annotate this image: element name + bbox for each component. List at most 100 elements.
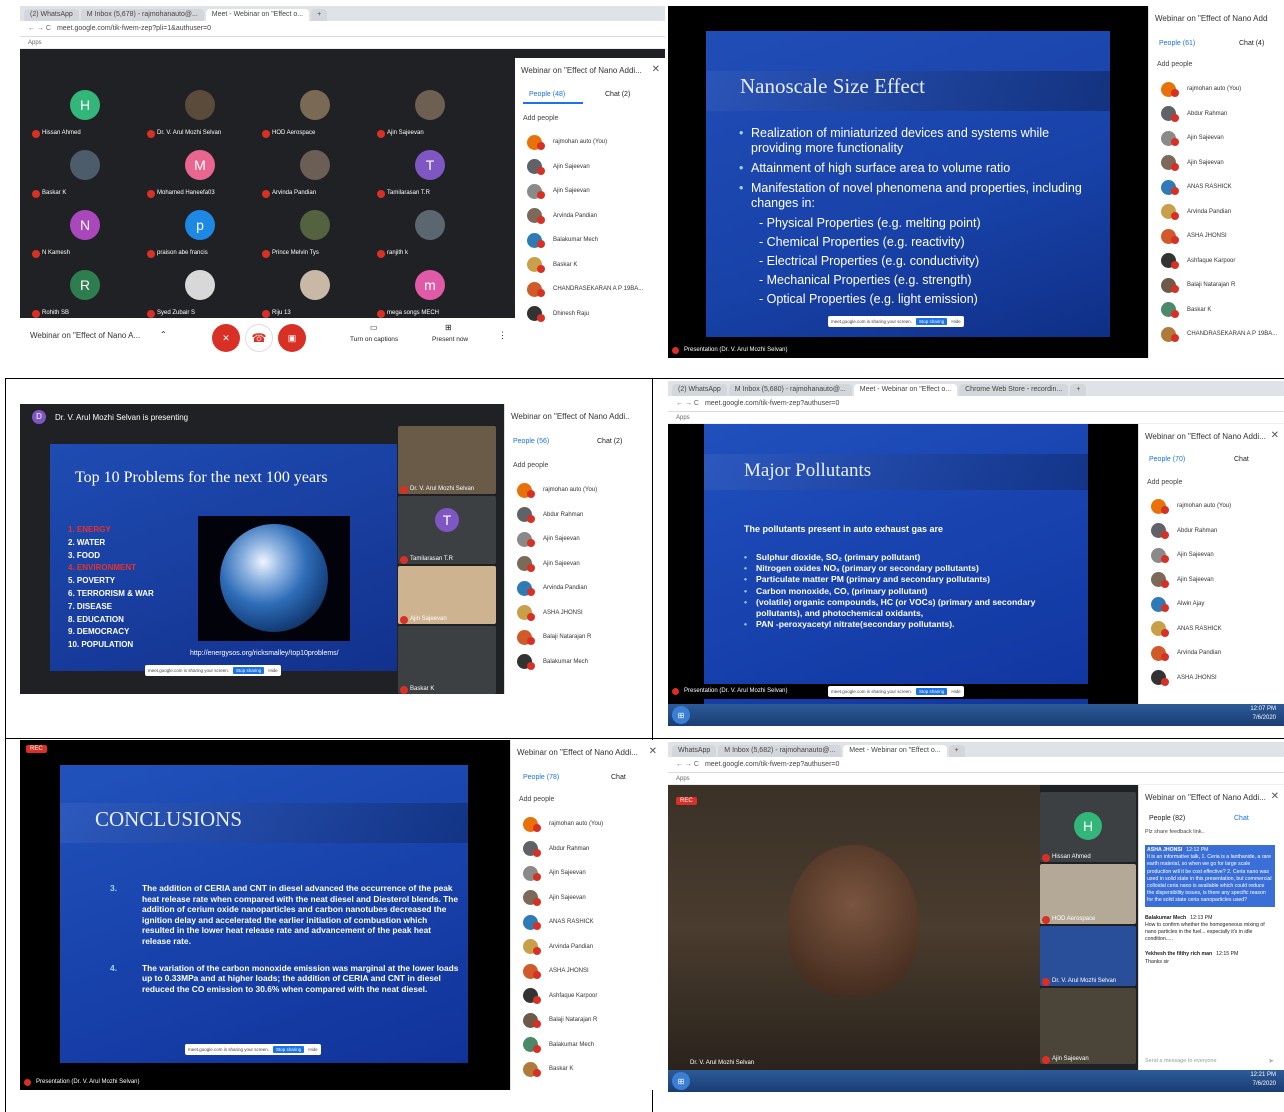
address-bar[interactable]: ← → C meet.google.com/tik-fwem-zep?authus… <box>668 396 1284 412</box>
browser-tab[interactable]: Meet - Webinar on "Effect o... <box>205 9 310 21</box>
present-now-button[interactable]: Present now <box>432 336 468 343</box>
participant-tile[interactable]: Ajin Sajeevan <box>398 566 496 624</box>
participant-row[interactable]: Baskar K <box>1149 298 1284 323</box>
hide-button[interactable]: Hide <box>951 319 960 324</box>
participant-row[interactable]: CHANDRASEKARAN A P 19BA... <box>515 277 665 302</box>
participant-row[interactable]: CHANDRASEKARAN A P 19BA... <box>1149 322 1284 347</box>
participant-row[interactable]: Ajin Sajeevan <box>1149 126 1284 151</box>
participant-tile[interactable]: Baskar K <box>398 626 496 694</box>
tab-people[interactable]: People (61) <box>1159 40 1195 47</box>
close-icon[interactable]: ✕ <box>649 746 657 757</box>
participant-tile[interactable]: R Rohith SB <box>30 262 140 318</box>
participant-tile[interactable]: H Hissan Ahmed <box>30 82 140 138</box>
start-button[interactable]: ⊞ <box>672 706 690 724</box>
participant-row[interactable]: ASHA JHONSI <box>1149 224 1284 249</box>
participant-tile[interactable]: Dr. V. Arul Mozhi Selvan <box>398 426 496 494</box>
participant-row[interactable]: Ajin Sajeevan <box>505 527 645 552</box>
participant-row[interactable]: Baskar K <box>515 253 665 278</box>
participant-tile[interactable]: Ajin Sajeevan <box>1040 988 1136 1064</box>
browser-tab[interactable]: M Inbox (5,680) - rajmohanauto@... <box>728 384 852 396</box>
taskbar-clock[interactable]: 12:07 PM <box>1250 706 1276 712</box>
participant-row[interactable]: rajmohan auto (You) <box>1139 494 1284 519</box>
new-tab-button[interactable]: + <box>1070 384 1087 396</box>
participant-row[interactable]: Ajin Sajeevan <box>1139 543 1284 568</box>
participant-row[interactable]: Arvinda Pandian <box>515 204 665 229</box>
participant-row[interactable]: Balakumar Mech <box>511 1033 662 1058</box>
participant-row[interactable]: Balakumar Mech <box>505 650 645 675</box>
participant-row[interactable]: Arvinda Pandian <box>505 576 645 601</box>
tab-chat[interactable]: Chat (2) <box>605 91 630 98</box>
participant-row[interactable]: Abdur Rahman <box>1139 519 1284 544</box>
add-people-button[interactable]: Add people <box>1147 479 1182 486</box>
participant-row[interactable]: Ashfaque Karpoor <box>511 984 662 1009</box>
participant-tile[interactable]: m mega songs MECH <box>375 262 485 318</box>
participant-tile[interactable]: ranjith k <box>375 202 485 258</box>
nav-arrows-icon[interactable]: ← → C <box>28 25 51 32</box>
chevron-up-icon[interactable]: ⌃ <box>160 330 167 339</box>
participant-row[interactable]: Ajin Sajeevan <box>515 179 665 204</box>
participant-row[interactable]: Ajin Sajeevan <box>511 886 662 911</box>
captions-button[interactable]: Turn on captions <box>350 336 398 343</box>
participant-row[interactable]: rajmohan auto (You) <box>511 812 662 837</box>
participant-row[interactable]: Abdur Rahman <box>511 837 662 862</box>
participant-row[interactable]: Ajin Sajeevan <box>511 861 662 886</box>
participant-row[interactable]: ANAS RASHICK <box>1149 175 1284 200</box>
participant-row[interactable]: Alwin Ajay <box>1139 592 1284 617</box>
participant-row[interactable]: rajmohan auto (You) <box>505 478 645 503</box>
add-people-button[interactable]: Add people <box>523 115 558 122</box>
captions-icon[interactable]: ▭ <box>370 323 378 332</box>
participant-row[interactable]: Balaji Natarajan R <box>505 625 645 650</box>
stop-sharing-button[interactable]: Stop sharing <box>916 688 948 695</box>
participant-row[interactable]: ASHA JHONSI <box>1139 666 1284 691</box>
browser-tab[interactable]: Meet - Webinar on "Effect o... <box>853 384 958 396</box>
mic-off-button[interactable]: ✕ <box>212 324 240 352</box>
participant-row[interactable]: Abdur Rahman <box>1149 102 1284 127</box>
hide-button[interactable]: Hide <box>268 668 277 673</box>
browser-tab[interactable]: Meet - Webinar on "Effect o... <box>843 745 947 757</box>
apps-bookmark[interactable]: Apps <box>668 412 1284 424</box>
participant-tile[interactable]: T Tamilarasan T.R <box>375 142 485 198</box>
apps-bookmark[interactable]: Apps <box>668 773 1284 785</box>
participant-row[interactable]: Balaji Natarajan R <box>511 1008 662 1033</box>
participant-tile[interactable]: Riju 13 <box>260 262 370 318</box>
participant-row[interactable]: Arvinda Pandian <box>1139 641 1284 666</box>
participant-row[interactable]: Ajin Sajeevan <box>505 552 645 577</box>
present-icon[interactable]: ⊞ <box>445 323 452 332</box>
browser-tab[interactable]: (2) WhatsApp <box>672 384 727 396</box>
participant-tile[interactable]: Dr. V. Arul Mozhi Selvan <box>145 82 255 138</box>
tab-people[interactable]: People (70) <box>1149 456 1185 463</box>
participant-row[interactable]: Balakumar Mech <box>515 228 665 253</box>
participant-tile[interactable]: H Hissan Ahmed <box>1040 792 1136 862</box>
tab-people[interactable]: People (82) <box>1149 815 1185 822</box>
tab-people[interactable]: People (56) <box>513 438 549 445</box>
participant-row[interactable]: Arvinda Pandian <box>511 935 662 960</box>
participant-tile[interactable]: Arvinda Pandian <box>260 142 370 198</box>
address-bar[interactable]: ← → C meet.google.com/tik-fwem-zep?authus… <box>668 757 1284 773</box>
start-button[interactable]: ⊞ <box>672 1072 690 1090</box>
participant-row[interactable]: Balaji Natarajan R <box>1149 273 1284 298</box>
participant-row[interactable]: ASHA JHONSI <box>505 601 645 626</box>
tab-chat[interactable]: Chat <box>1234 815 1249 822</box>
participant-tile[interactable]: HOD Aerospace <box>260 82 370 138</box>
tab-chat[interactable]: Chat <box>1234 456 1249 463</box>
tab-chat[interactable]: Chat (2) <box>597 438 622 445</box>
hide-button[interactable]: Hide <box>308 1047 317 1052</box>
camera-off-button[interactable]: ▣ <box>278 324 306 352</box>
browser-tab[interactable]: Chrome Web Store - recordin... <box>959 384 1069 396</box>
participant-row[interactable]: rajmohan auto (You) <box>1149 77 1284 102</box>
participant-row[interactable]: Dhinesh Raju <box>515 302 665 327</box>
chat-input[interactable]: Send a message to everyone <box>1145 1058 1217 1064</box>
close-icon[interactable]: ✕ <box>652 64 660 75</box>
tab-chat[interactable]: Chat (4) <box>1239 40 1264 47</box>
tab-people[interactable]: People (78) <box>523 774 559 781</box>
participant-row[interactable]: ANAS RASHICK <box>511 910 662 935</box>
participant-row[interactable]: Ashfaque Karpoor <box>1149 249 1284 274</box>
participant-tile[interactable]: T Tamilarasan T.R <box>398 496 496 564</box>
participant-tile[interactable]: HOD Aerospace <box>1040 864 1136 924</box>
browser-tab[interactable]: WhatsApp <box>672 745 717 757</box>
participant-tile[interactable]: Prince Melvin Tys <box>260 202 370 258</box>
taskbar-clock[interactable]: 12:21 PM <box>1250 1072 1276 1078</box>
participant-row[interactable]: Arvinda Pandian <box>1149 200 1284 225</box>
participant-row[interactable]: Ajin Sajeevan <box>1149 151 1284 176</box>
address-bar[interactable]: ← → C meet.google.com/tik-fwem-zep?pli=1&… <box>20 21 665 37</box>
